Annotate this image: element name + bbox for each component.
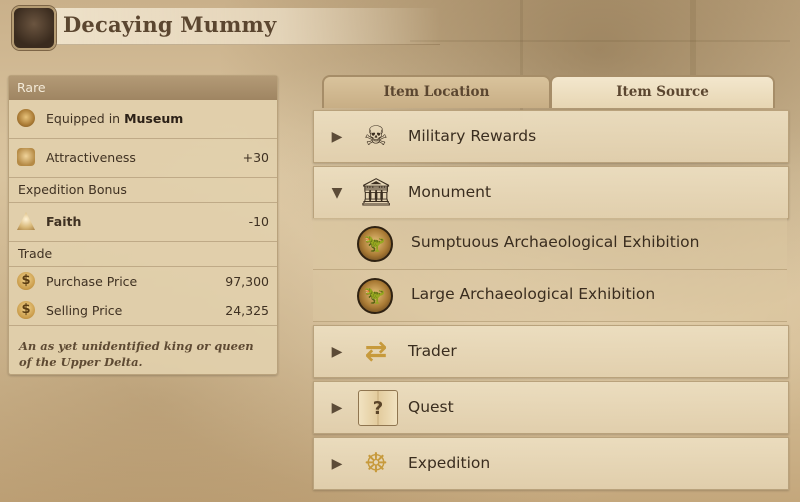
source-row-trader[interactable]: ▶ ⇄ Trader: [313, 325, 789, 378]
source-subitem[interactable]: 🦖 Sumptuous Archaeological Exhibition: [313, 218, 787, 270]
source-label: Military Rewards: [408, 127, 537, 145]
purchase-price-row: $ Purchase Price 97,300: [9, 267, 277, 296]
selling-price-value: 24,325: [225, 303, 269, 318]
source-row-military-rewards[interactable]: ▶ ☠ Military Rewards: [313, 110, 789, 163]
expand-arrow-icon[interactable]: ▶: [328, 438, 346, 489]
expand-arrow-icon[interactable]: ▶: [328, 382, 346, 433]
tab-item-source[interactable]: Item Source: [550, 75, 775, 108]
skull-crossbones-icon: ☠: [363, 120, 389, 152]
trade-heading: Trade: [9, 242, 277, 267]
purchase-price-label: Purchase Price: [46, 274, 138, 289]
collapse-arrow-icon[interactable]: ▼: [328, 167, 346, 218]
expand-arrow-icon[interactable]: ▶: [328, 111, 346, 162]
stat-value: +30: [242, 150, 269, 165]
tab-item-location[interactable]: Item Location: [322, 75, 551, 108]
selling-price-row: $ Selling Price 24,325: [9, 296, 277, 326]
dinosaur-medal-icon: 🦖: [357, 226, 393, 262]
source-label: Quest: [408, 398, 454, 416]
coin-icon: $: [17, 272, 35, 290]
dinosaur-medal-icon: 🦖: [357, 278, 393, 314]
expedition-bonus-heading: Expedition Bonus: [9, 178, 277, 203]
equipped-location: Museum: [124, 111, 184, 126]
source-label: Expedition: [408, 454, 491, 472]
faith-row: Faith -10: [9, 203, 277, 242]
lyre-icon: [17, 148, 35, 166]
source-row-quest[interactable]: ▶ ? Quest: [313, 381, 789, 434]
museum-icon: [17, 109, 35, 127]
source-label: Trader: [408, 342, 457, 360]
ship-wheel-icon: ☸: [363, 447, 389, 479]
item-info-panel: Rare Equipped in Museum Attractiveness +…: [8, 75, 278, 375]
expand-arrow-icon[interactable]: ▶: [328, 326, 346, 377]
source-row-monument[interactable]: ▼ 🏛 Monument: [313, 166, 789, 219]
equipped-prefix: Equipped in: [46, 111, 121, 126]
faith-icon: [17, 212, 35, 230]
coin-icon: $: [17, 301, 35, 319]
subitem-label: Sumptuous Archaeological Exhibition: [411, 233, 700, 251]
bonus-label: Faith: [46, 214, 82, 229]
selling-price-label: Selling Price: [46, 303, 123, 318]
source-label: Monument: [408, 183, 492, 201]
temple-icon: 🏛: [358, 177, 394, 208]
source-row-expedition[interactable]: ▶ ☸ Expedition: [313, 437, 789, 490]
source-subitem[interactable]: 🦖 Large Archaeological Exhibition: [313, 270, 787, 322]
bonus-value: -10: [248, 214, 269, 229]
equipped-row: Equipped in Museum: [9, 100, 277, 139]
item-header: Decaying Mummy: [0, 0, 800, 52]
item-title: Decaying Mummy: [63, 12, 277, 37]
attractiveness-row: Attractiveness +30: [9, 139, 277, 178]
item-description: An as yet unidentified king or queen of …: [19, 339, 254, 369]
stat-label: Attractiveness: [46, 150, 136, 165]
trade-arrows-icon: ⇄: [364, 335, 388, 367]
subitem-label: Large Archaeological Exhibition: [411, 285, 656, 303]
quest-book-icon: ?: [358, 390, 398, 426]
mummy-portrait-icon: [12, 6, 56, 50]
purchase-price-value: 97,300: [225, 274, 269, 289]
rarity-label: Rare: [9, 76, 277, 100]
